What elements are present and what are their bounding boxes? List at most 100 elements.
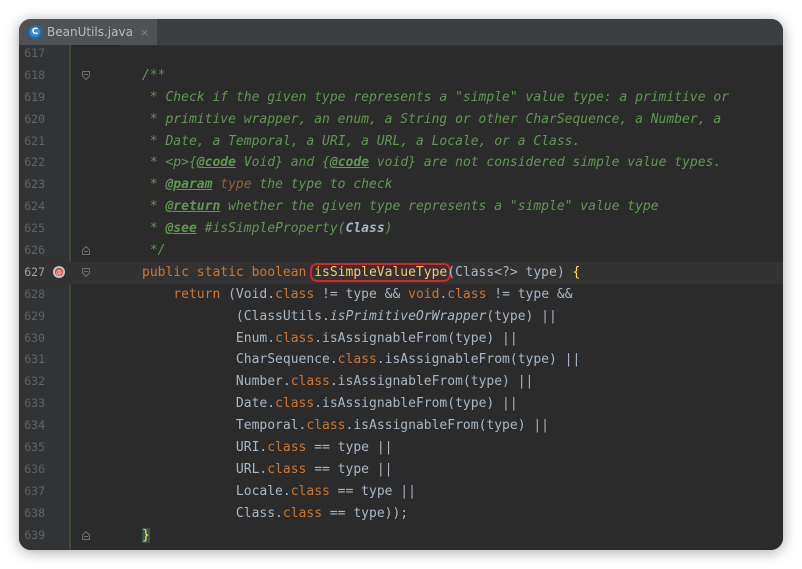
code-token: and bbox=[282, 155, 323, 171]
code-editor[interactable]: 617 618 /** 619 * Check if the given type r… bbox=[19, 43, 783, 546]
code-token: isPrimitiveOrWrapper bbox=[329, 308, 487, 324]
code-token: class bbox=[275, 396, 315, 412]
code-token: (type) || bbox=[486, 308, 557, 324]
code-text: (ClassUtils.isPrimitiveOrWrapper(type) |… bbox=[142, 306, 557, 328]
code-line[interactable]: 638 Class.class == type)); bbox=[19, 503, 783, 525]
code-token: (Class<?> type) bbox=[447, 264, 573, 280]
code-token: are not considered simple value types. bbox=[415, 155, 722, 171]
line-number[interactable]: 635 bbox=[19, 437, 45, 459]
code-token: * bbox=[142, 177, 166, 193]
code-line[interactable]: 628 return (Void.class != type && void.c… bbox=[19, 284, 783, 306]
code-token: (ClassUtils. bbox=[142, 308, 330, 324]
fold-close-icon[interactable] bbox=[82, 246, 90, 256]
code-line[interactable]: 624 * @return whether the given type rep… bbox=[19, 196, 783, 218]
code-token: } bbox=[408, 155, 416, 171]
code-text: * @see #isSimpleProperty(Class) bbox=[142, 218, 393, 240]
line-number[interactable]: 627 bbox=[19, 262, 45, 284]
code-token: Class. bbox=[142, 505, 283, 521]
code-text: Date.class.isAssignableFrom(type) || bbox=[142, 393, 518, 415]
code-token: class bbox=[306, 418, 346, 434]
code-line[interactable]: 630 Enum.class.isAssignableFrom(type) || bbox=[19, 328, 783, 350]
code-token: .isAssignableFrom(type) || bbox=[314, 396, 518, 412]
code-line[interactable]: 625 * @see #isSimpleProperty(Class) bbox=[19, 218, 783, 240]
code-token: Class bbox=[345, 221, 385, 237]
line-number[interactable]: 637 bbox=[19, 481, 45, 503]
line-number[interactable]: 633 bbox=[19, 393, 45, 415]
code-token: Temporal. bbox=[142, 418, 307, 434]
code-text: Number.class.isAssignableFrom(type) || bbox=[142, 371, 533, 393]
code-line[interactable]: 626 */ bbox=[19, 240, 783, 262]
line-number[interactable]: 623 bbox=[19, 174, 45, 196]
line-number[interactable]: 619 bbox=[19, 87, 45, 109]
line-number[interactable]: 632 bbox=[19, 371, 45, 393]
code-line[interactable]: 627 @ public static boolean isSimpleValueT… bbox=[19, 261, 783, 284]
code-line[interactable]: 619 * Check if the given type represents… bbox=[19, 87, 783, 109]
fold-close-icon[interactable] bbox=[82, 530, 90, 540]
code-token: * Date, a Temporal, a URI, a URL, a Loca… bbox=[142, 133, 581, 149]
tab-beanutils[interactable]: C BeanUtils.java × bbox=[19, 19, 158, 45]
code-token: the type to check bbox=[251, 177, 393, 193]
code-token: Number. bbox=[142, 374, 291, 390]
code-token: @param bbox=[165, 177, 213, 193]
code-line[interactable]: 631 CharSequence.class.isAssignableFrom(… bbox=[19, 349, 783, 371]
line-number[interactable]: 628 bbox=[19, 284, 45, 306]
code-line[interactable]: 629 (ClassUtils.isPrimitiveOrWrapper(typ… bbox=[19, 306, 783, 328]
line-number[interactable]: 636 bbox=[19, 459, 45, 481]
code-text: /** bbox=[142, 65, 165, 87]
code-text: * @param type the type to check bbox=[142, 174, 393, 196]
code-text: * @return whether the given type represe… bbox=[142, 196, 659, 218]
code-line[interactable]: 620 * primitive wrapper, an enum, a Stri… bbox=[19, 109, 783, 131]
line-number[interactable]: 630 bbox=[19, 328, 45, 350]
code-token: == type || bbox=[306, 440, 393, 456]
fold-open-icon[interactable] bbox=[82, 70, 90, 80]
code-token: Enum. bbox=[142, 330, 276, 346]
code-text: CharSequence.class.isAssignableFrom(type… bbox=[142, 349, 580, 371]
line-number[interactable]: 620 bbox=[19, 109, 45, 131]
code-token: class bbox=[267, 461, 307, 477]
line-number[interactable]: 618 bbox=[19, 65, 45, 87]
code-token: Date. bbox=[142, 396, 276, 412]
line-number[interactable]: 639 bbox=[19, 525, 45, 547]
code-token: Locale. bbox=[142, 483, 291, 499]
code-token: != type && bbox=[486, 286, 573, 302]
code-line[interactable]: 623 * @param type the type to check bbox=[19, 174, 783, 196]
code-line[interactable]: 636 URL.class == type || bbox=[19, 459, 783, 481]
line-number[interactable]: 631 bbox=[19, 349, 45, 371]
code-line[interactable]: 639} bbox=[19, 525, 783, 547]
line-number[interactable]: 621 bbox=[19, 131, 45, 153]
line-number[interactable]: 638 bbox=[19, 503, 45, 525]
code-token: whether the given type represents a "sim… bbox=[220, 199, 659, 215]
code-token: @code bbox=[196, 155, 236, 171]
code-text: * Date, a Temporal, a URI, a URL, a Loca… bbox=[142, 131, 580, 153]
line-number[interactable]: 626 bbox=[19, 240, 45, 262]
code-token: .isAssignableFrom(type) || bbox=[376, 352, 581, 368]
line-number[interactable]: 624 bbox=[19, 196, 45, 218]
code-line[interactable]: 632 Number.class.isAssignableFrom(type) … bbox=[19, 371, 783, 393]
code-token: @see bbox=[165, 221, 197, 237]
code-token: == type || bbox=[329, 483, 416, 499]
code-line[interactable]: 622 * <p>{@code Void} and {@code void} a… bbox=[19, 152, 783, 174]
close-icon[interactable]: × bbox=[140, 26, 149, 39]
line-number[interactable]: 617 bbox=[19, 43, 45, 65]
code-token: void bbox=[408, 286, 440, 302]
code-line[interactable]: 637 Locale.class == type || bbox=[19, 481, 783, 503]
code-token: URL. bbox=[142, 461, 268, 477]
code-token: type bbox=[220, 177, 252, 193]
code-line[interactable]: 633 Date.class.isAssignableFrom(type) || bbox=[19, 393, 783, 415]
line-number[interactable]: 634 bbox=[19, 415, 45, 437]
code-line[interactable]: 635 URI.class == type || bbox=[19, 437, 783, 459]
line-number[interactable]: 625 bbox=[19, 218, 45, 240]
code-token: URI. bbox=[142, 440, 268, 456]
code-text: Temporal.class.isAssignableFrom(type) || bbox=[142, 415, 549, 437]
line-number[interactable]: 622 bbox=[19, 152, 45, 174]
code-line[interactable]: 617 bbox=[19, 43, 783, 65]
code-line[interactable]: 634 Temporal.class.isAssignableFrom(type… bbox=[19, 415, 783, 437]
fold-open-icon[interactable] bbox=[82, 267, 90, 277]
line-number[interactable]: 629 bbox=[19, 306, 45, 328]
code-token: class bbox=[275, 330, 315, 346]
debug-marker-icon[interactable]: @ bbox=[52, 265, 66, 279]
code-line[interactable]: 618 /** bbox=[19, 65, 783, 87]
code-line[interactable]: 621 * Date, a Temporal, a URI, a URL, a … bbox=[19, 131, 783, 153]
code-text: URL.class == type || bbox=[142, 459, 393, 481]
